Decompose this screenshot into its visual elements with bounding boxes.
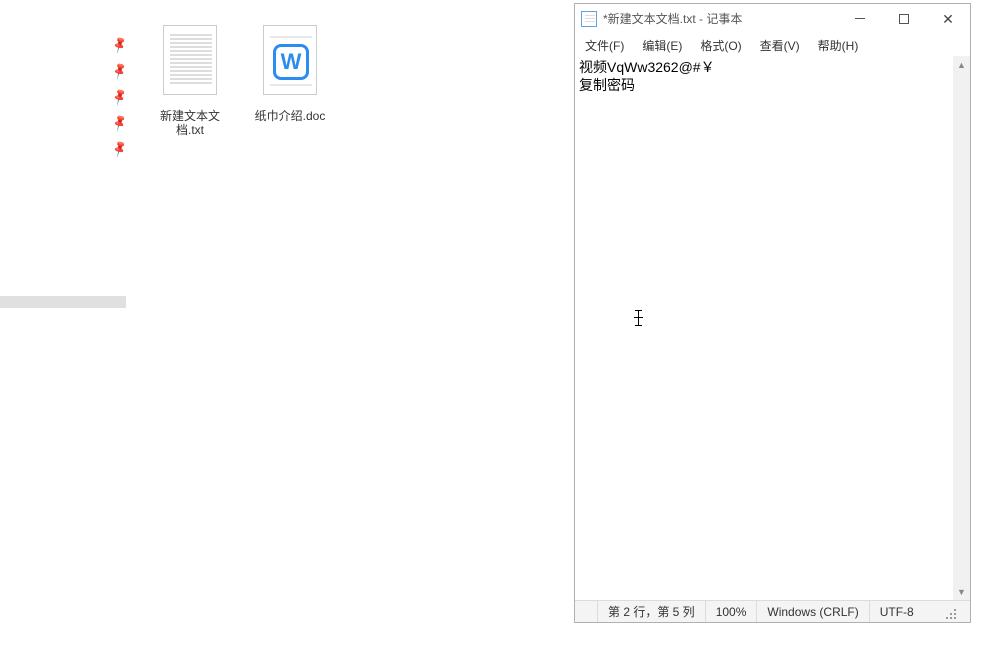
pin-icon: 📌 <box>109 35 128 54</box>
notepad-app-icon <box>581 11 597 27</box>
word-badge-icon: W <box>273 44 309 80</box>
text-line: 视频VqWw3262@#￥ <box>579 59 715 75</box>
close-icon: ✕ <box>942 12 954 26</box>
status-encoding: UTF-8 <box>869 601 970 622</box>
text-cursor-icon <box>634 310 644 328</box>
text-file-icon <box>158 25 222 103</box>
window-title: *新建文本文档.txt - 记事本 <box>603 10 742 27</box>
desktop-file-doc[interactable]: W 纸巾介绍.doc <box>250 25 330 123</box>
titlebar[interactable]: *新建文本文档.txt - 记事本 ✕ <box>575 4 970 34</box>
scroll-up-icon[interactable]: ▲ <box>953 56 970 73</box>
menu-edit[interactable]: 编辑(E) <box>636 35 688 56</box>
statusbar: 第 2 行，第 5 列 100% Windows (CRLF) UTF-8 <box>575 600 970 622</box>
notepad-window[interactable]: *新建文本文档.txt - 记事本 ✕ 文件(F) 编辑(E) 格式(O) 查看… <box>574 3 971 623</box>
pin-icon: 📌 <box>109 139 128 158</box>
pin-icon: 📌 <box>109 113 128 132</box>
menubar: 文件(F) 编辑(E) 格式(O) 查看(V) 帮助(H) <box>575 34 970 56</box>
status-zoom: 100% <box>705 601 757 622</box>
text-line: 复制密码 <box>579 77 635 93</box>
pin-icon: 📌 <box>109 61 128 80</box>
scroll-down-icon[interactable]: ▼ <box>953 583 970 600</box>
pin-column: 📌 📌 📌 📌 📌 <box>112 38 126 156</box>
desktop-file-txt[interactable]: 新建文本文档.txt <box>150 25 230 137</box>
menu-help[interactable]: 帮助(H) <box>812 35 865 56</box>
maximize-icon <box>899 14 909 24</box>
close-button[interactable]: ✕ <box>926 4 970 34</box>
minimize-button[interactable] <box>838 4 882 34</box>
menu-file[interactable]: 文件(F) <box>579 35 630 56</box>
desktop-file-label: 新建文本文档.txt <box>150 109 230 137</box>
status-encoding-label: UTF-8 <box>880 605 914 619</box>
maximize-button[interactable] <box>882 4 926 34</box>
word-file-icon: W <box>258 25 322 103</box>
resize-grip-icon[interactable] <box>940 603 958 621</box>
vertical-scrollbar[interactable]: ▲ ▼ <box>953 56 970 600</box>
desktop-area[interactable]: 📌 📌 📌 📌 📌 新建文本文档.txt W 纸巾介绍.doc *新建文本文档.… <box>0 0 1000 660</box>
menu-format[interactable]: 格式(O) <box>694 35 747 56</box>
desktop-file-label: 纸巾介绍.doc <box>250 109 330 123</box>
pin-icon: 📌 <box>109 87 128 106</box>
status-line-ending: Windows (CRLF) <box>756 601 868 622</box>
text-editor[interactable]: 视频VqWw3262@#￥ 复制密码 ▲ ▼ <box>575 56 970 600</box>
status-grip-left <box>575 601 597 622</box>
scroll-faint-bar <box>0 296 126 308</box>
status-cursor-position: 第 2 行，第 5 列 <box>597 601 705 622</box>
minimize-icon <box>855 18 865 19</box>
menu-view[interactable]: 查看(V) <box>754 35 806 56</box>
